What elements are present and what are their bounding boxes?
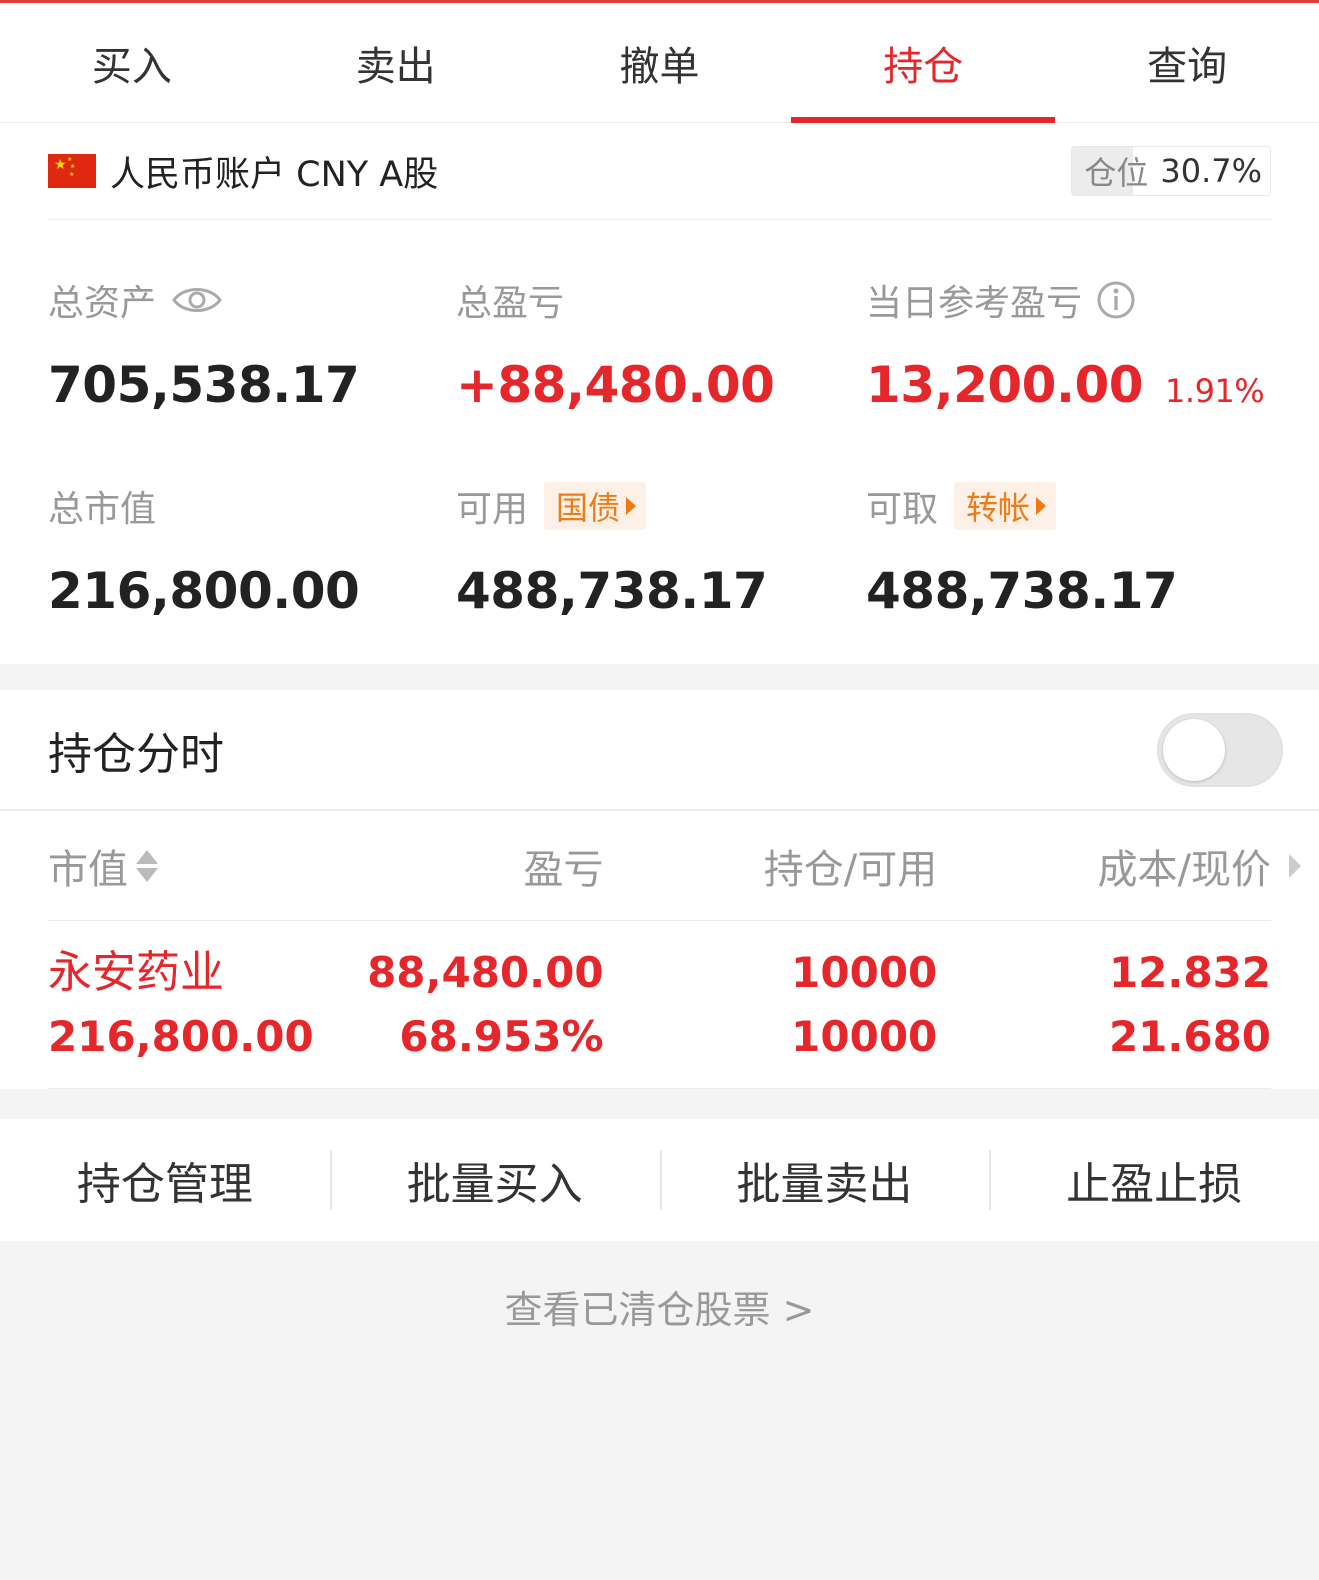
eye-icon[interactable] bbox=[172, 284, 222, 316]
column-market-value-label: 市值 bbox=[48, 846, 128, 893]
batch-sell-button[interactable]: 批量卖出 bbox=[660, 1148, 990, 1212]
batch-buy-button[interactable]: 批量买入 bbox=[330, 1148, 660, 1212]
holdings-title: 持仓分时 bbox=[48, 728, 224, 780]
stock-position: 10000 bbox=[791, 947, 938, 997]
daily-pnl-label: 当日参考盈亏 bbox=[866, 283, 1083, 324]
total-pnl-label: 总盈亏 bbox=[456, 283, 565, 324]
available-label: 可用 bbox=[456, 489, 529, 530]
position-value: 30.7% bbox=[1160, 152, 1262, 190]
withdrawable-cell: 可取 转帐 488,738.17 bbox=[866, 482, 1266, 690]
tab-query[interactable]: 查询 bbox=[1055, 3, 1319, 122]
total-pnl-cell: 总盈亏 +88,480.00 bbox=[456, 278, 866, 484]
scroll-right-icon[interactable] bbox=[1289, 853, 1301, 878]
arrow-right-icon bbox=[626, 497, 637, 515]
total-assets-label: 总资产 bbox=[48, 283, 157, 324]
stock-price: 21.680 bbox=[1108, 1011, 1272, 1061]
stock-cost: 12.832 bbox=[1108, 947, 1272, 997]
asset-summary: 总资产 705,538.17 总盈亏 +88,480.00 当日参考盈亏 13,… bbox=[48, 220, 1271, 690]
table-row[interactable]: 永安药业 216,800.00 88,480.00 68.953% 10000 … bbox=[48, 921, 1271, 1089]
market-value-cell: 总市值 216,800.00 bbox=[48, 484, 456, 690]
market-value-value: 216,800.00 bbox=[48, 562, 360, 620]
stock-pnl: 88,480.00 bbox=[367, 947, 604, 997]
arrow-right-icon bbox=[1036, 497, 1047, 515]
tab-sell[interactable]: 卖出 bbox=[264, 3, 528, 122]
daily-pnl-cell: 当日参考盈亏 13,200.00 1.91% bbox=[866, 278, 1266, 484]
treasury-bond-tag[interactable]: 国债 bbox=[544, 482, 647, 530]
treasury-bond-label: 国债 bbox=[556, 489, 621, 527]
toggle-knob bbox=[1163, 718, 1225, 781]
available-cell: 可用 国债 488,738.17 bbox=[456, 482, 866, 690]
column-position: 持仓/可用 bbox=[763, 846, 938, 893]
info-icon[interactable] bbox=[1096, 280, 1136, 320]
total-pnl-value: +88,480.00 bbox=[456, 356, 775, 414]
transfer-tag[interactable]: 转帐 bbox=[954, 482, 1057, 530]
account-row: ★ ★ ★ ★ 人民币账户 CNY A股 仓位 30.7% bbox=[48, 123, 1271, 220]
trade-tabs: 买入 卖出 撤单 持仓 查询 bbox=[0, 3, 1319, 123]
action-bar: 持仓管理 批量买入 批量卖出 止盈止损 bbox=[0, 1119, 1319, 1241]
holdings-column-header: 市值 盈亏 持仓/可用 成本/现价 bbox=[48, 811, 1301, 921]
manage-holdings-button[interactable]: 持仓管理 bbox=[0, 1148, 330, 1212]
position-badge: 仓位 30.7% bbox=[1071, 146, 1271, 196]
stock-market-value: 216,800.00 bbox=[48, 1011, 314, 1061]
total-assets-cell: 总资产 705,538.17 bbox=[48, 278, 456, 484]
stock-pnl-percent: 68.953% bbox=[399, 1011, 604, 1061]
total-assets-value: 705,538.17 bbox=[48, 356, 360, 414]
withdrawable-label: 可取 bbox=[866, 489, 939, 530]
column-market-value[interactable]: 市值 bbox=[48, 837, 328, 895]
position-label: 仓位 bbox=[1084, 154, 1149, 192]
intraday-toggle[interactable] bbox=[1157, 712, 1283, 787]
stop-profit-loss-button[interactable]: 止盈止损 bbox=[989, 1148, 1319, 1212]
account-card: ★ ★ ★ ★ 人民币账户 CNY A股 仓位 30.7% 总资产 705,538.1… bbox=[0, 123, 1319, 664]
withdrawable-value: 488,738.17 bbox=[866, 562, 1178, 620]
daily-pnl-value: 13,200.00 bbox=[866, 356, 1144, 414]
stock-name: 永安药业 bbox=[48, 946, 224, 998]
column-pnl: 盈亏 bbox=[523, 846, 604, 893]
china-flag-icon: ★ ★ ★ ★ bbox=[48, 154, 96, 188]
transfer-label: 转帐 bbox=[966, 489, 1031, 527]
column-cost-price: 成本/现价 bbox=[1097, 846, 1272, 893]
sort-icon[interactable] bbox=[136, 849, 158, 882]
tab-cancel[interactable]: 撤单 bbox=[528, 3, 792, 122]
account-name[interactable]: 人民币账户 CNY A股 bbox=[110, 146, 438, 197]
tab-holdings[interactable]: 持仓 bbox=[791, 3, 1055, 123]
market-value-label: 总市值 bbox=[48, 489, 157, 530]
tab-buy[interactable]: 买入 bbox=[0, 3, 264, 122]
holdings-header: 持仓分时 bbox=[0, 690, 1319, 811]
holdings-section: 持仓分时 市值 盈亏 持仓/可用 成本/现价 永安药业 216,800.00 8… bbox=[0, 690, 1319, 1089]
available-value: 488,738.17 bbox=[456, 562, 768, 620]
stock-available: 10000 bbox=[791, 1011, 938, 1061]
daily-pnl-percent: 1.91% bbox=[1165, 372, 1265, 410]
cleared-stocks-link[interactable]: 查看已清仓股票 > bbox=[0, 1279, 1319, 1334]
